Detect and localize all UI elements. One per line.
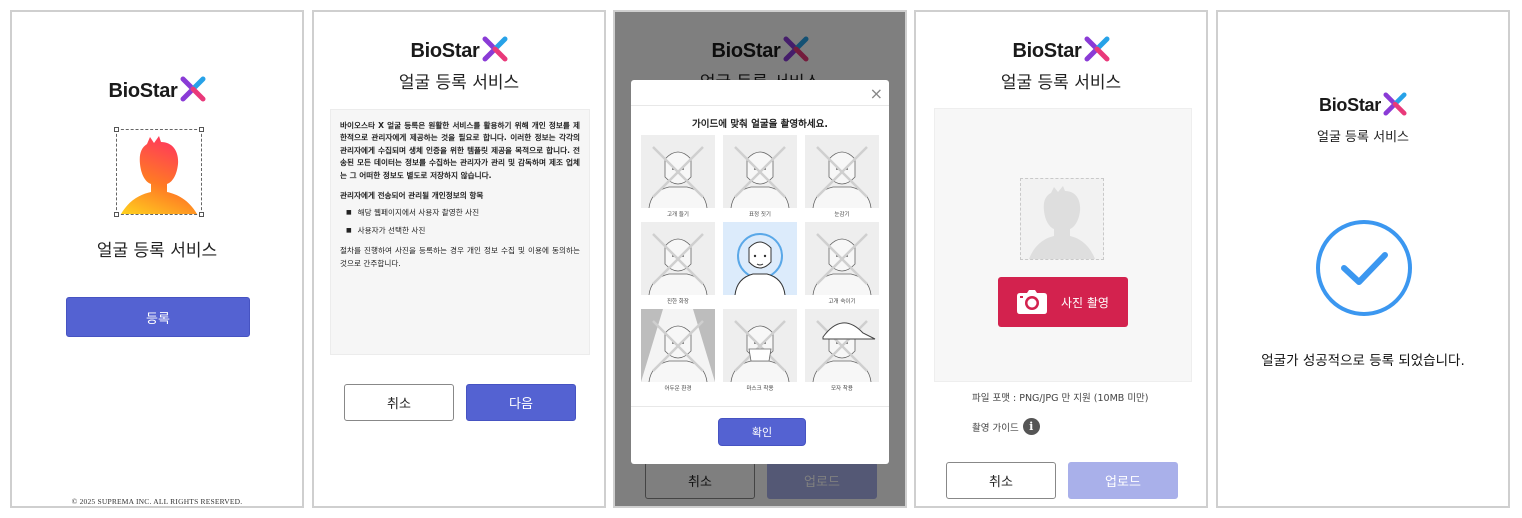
intro-panel: BioStar 얼굴 등록 서비스 등록 © 2025 SUPREMA INC.…: [10, 10, 304, 508]
take-photo-button[interactable]: 사진 촬영: [998, 277, 1128, 327]
photo-guide-link[interactable]: 촬영 가이드 i: [972, 418, 1040, 435]
guide-cell-label: 눈감기: [834, 212, 850, 218]
consent-list-heading: 관리자에게 전송되어 관리될 개인정보의 항목: [340, 191, 484, 201]
guide-cell-label: 모자 착용: [831, 386, 853, 392]
consent-text-box[interactable]: 바이오스타 X 얼굴 등록은 원활한 서비스를 활용하기 위해 개인 정보를 제…: [330, 109, 590, 355]
guide-cell: [641, 309, 715, 383]
upload-button[interactable]: 업로드: [1068, 462, 1178, 499]
guide-cell: [641, 135, 715, 209]
file-format-note: 파일 포맷 : PNG/JPG 만 지원 (10MB 미만): [972, 393, 1149, 404]
guide-cell-label: 어두운 환경: [664, 386, 692, 392]
page-title: 얼굴 등록 서비스: [1000, 73, 1122, 93]
photo-guide-label: 촬영 가이드: [972, 422, 1019, 434]
cancel-button[interactable]: 취소: [946, 462, 1056, 499]
divider: [631, 105, 889, 106]
consent-panel: BioStar 얼굴 등록 서비스 바이오스타 X 얼굴 등록은 원활한 서비스…: [312, 10, 606, 508]
guide-cell: [723, 309, 797, 383]
upload-panel: BioStar 얼굴 등록 서비스 사진 촬영 파일 포맷 : PNG/JPG …: [914, 10, 1208, 508]
consent-list: 해당 웹페이지에서 사용자 촬영한 사진 사용자가 선택한 사진: [346, 207, 580, 237]
guide-cell-label: 고개 들기: [667, 212, 689, 218]
consent-paragraph: 바이오스타 X 얼굴 등록은 원활한 서비스를 활용하기 위해 개인 정보를 제…: [340, 121, 580, 180]
confirm-button[interactable]: 확인: [718, 418, 806, 446]
info-icon[interactable]: i: [1022, 418, 1040, 435]
success-check-icon: [1316, 220, 1412, 316]
next-button[interactable]: 다음: [466, 384, 576, 421]
user-placeholder-icon: [1029, 186, 1095, 259]
biostar-logo: BioStar: [314, 36, 604, 63]
user-avatar-icon: [121, 136, 197, 214]
guide-cell: [723, 222, 797, 296]
modal-title: 가이드에 맞춰 얼굴을 촬영하세요.: [692, 119, 828, 130]
divider: [631, 406, 889, 407]
close-icon[interactable]: ×: [870, 84, 883, 103]
photo-frame[interactable]: [114, 127, 204, 217]
face-dark-environment-icon: [641, 309, 715, 383]
face-correct-icon: [734, 233, 786, 296]
biostar-x-icon: [1084, 36, 1110, 62]
guide-panel: BioStar 얼굴 등록 서비스 취소 업로드 × 가이드에 맞춰 얼굴을 촬…: [613, 10, 907, 508]
consent-agreement: 절차를 진행하여 사진을 등록하는 경우 개인 정보 수집 및 이용에 동의하는…: [340, 246, 580, 268]
cancel-button[interactable]: 취소: [344, 384, 454, 421]
page-title: 얼굴 등록 서비스: [1317, 130, 1409, 145]
face-tilt-up-icon: [648, 146, 708, 209]
guide-modal: × 가이드에 맞춰 얼굴을 촬영하세요. 고개 들기 표정 짓기 눈감기진한 화장 고…: [631, 80, 889, 464]
biostar-logo: BioStar: [12, 76, 302, 103]
list-item: 해당 웹페이지에서 사용자 촬영한 사진: [346, 207, 580, 219]
photo-placeholder: [1020, 178, 1104, 260]
page-title: 얼굴 등록 서비스: [398, 73, 520, 93]
success-panel: BioStar 얼굴 등록 서비스 얼굴가 성공적으로 등록 되었습니다.: [1216, 10, 1510, 508]
face-tilt-down-icon: [812, 233, 872, 296]
copyright: © 2025 SUPREMA INC. ALL RIGHTS RESERVED.: [71, 497, 243, 506]
guide-cell: [805, 222, 879, 296]
register-button[interactable]: 등록: [66, 297, 250, 337]
guide-cell: [805, 309, 879, 383]
guide-cell: [805, 135, 879, 209]
guide-cell-label: 표정 짓기: [749, 212, 771, 218]
success-message: 얼굴가 성공적으로 등록 되었습니다.: [1261, 353, 1465, 369]
take-photo-label: 사진 촬영: [1061, 295, 1109, 310]
biostar-x-icon: [1383, 92, 1407, 116]
guide-cell: [641, 222, 715, 296]
guide-cell-label: 진한 화장: [667, 299, 689, 305]
face-expression-icon: [730, 146, 790, 209]
face-mask-icon: [730, 320, 790, 383]
biostar-logo: BioStar: [1218, 92, 1508, 116]
biostar-logo: BioStar: [916, 36, 1206, 63]
camera-icon: [1017, 290, 1047, 314]
face-eyes-closed-icon: [812, 146, 872, 209]
list-item: 사용자가 선택한 사진: [346, 225, 580, 237]
biostar-x-icon: [482, 36, 508, 62]
guide-cell: [723, 135, 797, 209]
guide-cell-label: 마스크 착용: [746, 386, 774, 392]
face-heavy-makeup-icon: [648, 233, 708, 296]
face-hat-icon: [812, 320, 876, 383]
biostar-x-icon: [180, 76, 206, 102]
page-title: 얼굴 등록 서비스: [96, 241, 218, 261]
guide-cell-label: 고개 숙이기: [828, 299, 856, 305]
